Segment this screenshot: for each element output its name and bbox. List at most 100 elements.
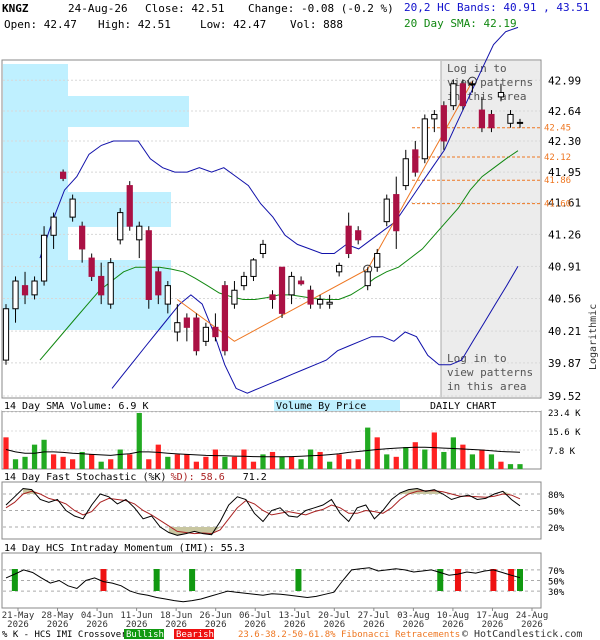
volume-bar <box>60 456 66 469</box>
candle-body <box>69 198 76 218</box>
login-pattern-top-1[interactable]: Log in to <box>447 62 507 75</box>
volume-bar <box>3 437 9 469</box>
volume-bar <box>441 451 447 469</box>
volume-bar <box>460 444 466 469</box>
candle-body <box>59 171 67 179</box>
candle-body <box>212 326 219 338</box>
price-tick-label: 42.99 <box>548 74 581 87</box>
stoch-tick-label: 80% <box>548 491 565 501</box>
candle-body <box>421 118 428 160</box>
volume-bar <box>374 437 380 469</box>
login-pattern-bottom-3[interactable]: in this area <box>447 380 526 393</box>
x-axis-year: 2026 <box>363 620 385 630</box>
price-tick-label: 39.87 <box>548 357 581 370</box>
volume-bar <box>31 444 38 469</box>
candle-body <box>516 121 524 124</box>
candle-body <box>469 83 476 86</box>
candle-body <box>136 225 143 241</box>
bullish-crossover-marker <box>295 569 302 591</box>
vbp-bar <box>3 192 171 227</box>
volume-bar <box>250 461 257 469</box>
stochastic-title: 14 Day Fast Stochastic (%K) %D): 58.6 71.2 <box>4 472 267 483</box>
volume-bar <box>412 442 418 469</box>
bands-legend: 20,2 HC Bands: 40.91 , 43.51 <box>404 1 589 14</box>
candle-body <box>40 234 48 282</box>
copyright[interactable]: © HotCandlestick.com <box>462 629 582 640</box>
candle-body <box>221 285 229 352</box>
candle-body <box>326 301 333 305</box>
imi-tick-label: 30% <box>548 588 565 598</box>
candle-body <box>259 243 267 255</box>
volume-bar <box>79 451 85 469</box>
fib-level-label: 41.86 <box>544 176 571 186</box>
candle-body <box>507 113 514 124</box>
volume-bar <box>327 461 333 469</box>
volume-bar <box>431 432 437 469</box>
fib-level-label: 42.45 <box>544 124 571 134</box>
candle-body <box>231 289 238 305</box>
price-tick-label: 40.56 <box>548 293 581 306</box>
candle-body <box>155 271 162 296</box>
volume-bar <box>98 461 104 469</box>
login-pattern-bottom-1[interactable]: Log in to <box>447 352 507 365</box>
price-panel: 42.9942.6442.3041.9541.6141.2640.9140.56… <box>1 26 599 403</box>
candle-body <box>164 285 171 305</box>
volume-bar <box>108 459 114 469</box>
fib-level-label: 42.12 <box>544 153 571 163</box>
candle-body <box>240 275 248 287</box>
candle-body <box>402 158 409 187</box>
volume-bar <box>50 454 57 469</box>
volume-bar <box>117 449 123 469</box>
candle-body <box>2 308 10 361</box>
volume-bar <box>346 459 352 469</box>
login-pattern-bottom-2[interactable]: view patterns <box>447 366 533 379</box>
login-pattern-top-3[interactable]: in this area <box>447 90 526 103</box>
volume-bar <box>12 459 19 469</box>
chart-header: KNGZ 24-Aug-26 Close: 42.51 Change: -0.0… <box>2 1 589 31</box>
candle-body <box>364 271 371 287</box>
price-tick-label: 42.30 <box>548 135 581 148</box>
candle-body <box>374 253 381 268</box>
candle-body <box>450 83 457 107</box>
price-tick-label: 39.52 <box>548 390 581 403</box>
x-axis-year: 2026 <box>205 620 227 630</box>
volume-bar <box>355 459 361 469</box>
change-value: Change: -0.08 (-0.2 %) <box>248 2 394 15</box>
volume-bar <box>279 456 285 469</box>
price-tick-label: 40.21 <box>548 325 581 338</box>
candle-body <box>431 113 438 120</box>
close-value: Close: 42.51 <box>145 2 224 15</box>
crossover-label: % K - HCS IMI Crossover: <box>2 630 132 640</box>
x-axis-year: 2026 <box>284 620 306 630</box>
date: 24-Aug-26 <box>68 2 128 15</box>
volume-bar <box>241 449 247 469</box>
candle-body <box>117 212 124 241</box>
vbp-bar <box>3 96 189 127</box>
candle-body <box>336 264 343 273</box>
candle-body <box>126 185 133 227</box>
volume-bar <box>222 456 228 469</box>
bearish-crossover-marker <box>454 569 461 591</box>
candle-body <box>278 266 286 314</box>
bullish-crossover-marker <box>517 569 523 591</box>
volume-bar <box>498 461 504 469</box>
symbol: KNGZ <box>2 2 29 15</box>
volume-value: Vol: 888 <box>290 18 343 31</box>
volume-bar <box>403 447 409 469</box>
high-value: High: 42.51 <box>98 18 171 31</box>
volume-bar <box>41 439 47 469</box>
price-tick-label: 41.26 <box>548 228 581 241</box>
stochastic-title-d: %D): 58.6 <box>171 472 225 483</box>
low-value: Low: 42.47 <box>200 18 266 31</box>
bearish-crossover-marker <box>508 569 515 591</box>
imi-title: 14 Day HCS Intraday Momentum (IMI): 55.3 <box>4 543 245 554</box>
volume-bar <box>384 454 390 469</box>
candle-body <box>497 92 505 98</box>
bullish-crossover-marker <box>11 569 18 591</box>
stock-chart: KNGZ 24-Aug-26 Close: 42.51 Change: -0.0… <box>1 1 599 640</box>
volume-bar <box>422 449 428 469</box>
candle-body <box>316 298 324 305</box>
candle-body <box>21 285 29 296</box>
stoch-tick-label: 20% <box>548 524 565 534</box>
candle-body <box>459 83 467 107</box>
